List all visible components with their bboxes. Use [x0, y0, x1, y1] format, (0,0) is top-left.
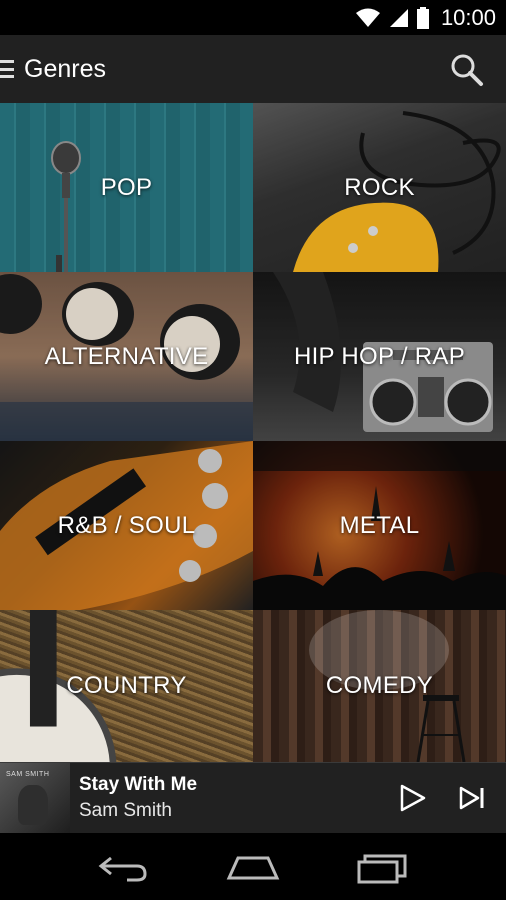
genre-tile-comedy[interactable]: COMEDY	[253, 610, 506, 762]
genre-tile-hiphop-rap[interactable]: HIP HOP / RAP	[253, 272, 506, 441]
genre-label: HIP HOP / RAP	[293, 342, 466, 370]
genre-tile-country[interactable]: COUNTRY	[0, 610, 253, 762]
genre-label: COUNTRY	[66, 672, 187, 699]
genre-tile-rnb-soul[interactable]: R&B / SOUL	[0, 441, 253, 610]
play-icon[interactable]	[398, 783, 428, 813]
app-bar: Genres	[0, 35, 506, 103]
genre-grid: POP ROCK ALTERNATIVE HIP HOP / RAP R&B /…	[0, 103, 506, 762]
genre-label: R&B / SOUL	[57, 511, 196, 539]
genre-tile-rock[interactable]: ROCK	[253, 103, 506, 272]
genre-label: ROCK	[344, 173, 415, 201]
album-art-figure	[18, 785, 48, 825]
search-icon[interactable]	[450, 53, 484, 87]
wifi-icon	[355, 8, 380, 27]
cell-signal-icon	[389, 8, 408, 27]
track-artist: Sam Smith	[79, 800, 172, 821]
home-icon[interactable]	[226, 850, 280, 884]
track-info[interactable]: Stay With Me Sam Smith	[79, 774, 398, 822]
genre-tile-alternative[interactable]: ALTERNATIVE	[0, 272, 253, 441]
back-icon[interactable]	[97, 850, 151, 884]
genre-label: POP	[100, 173, 153, 201]
menu-icon[interactable]	[0, 60, 14, 78]
skip-next-icon[interactable]	[458, 784, 486, 812]
genre-tile-pop[interactable]: POP	[0, 103, 253, 272]
status-time: 10:00	[440, 4, 496, 30]
genre-label: ALTERNATIVE	[44, 342, 209, 370]
system-nav-bar	[0, 833, 506, 900]
page-title[interactable]: Genres	[24, 55, 106, 84]
battery-icon	[416, 6, 429, 29]
mini-player[interactable]: SAM SMITH Stay With Me Sam Smith	[0, 762, 506, 833]
recents-icon[interactable]	[355, 850, 409, 884]
track-title: Stay With Me	[79, 774, 198, 795]
album-art-text: SAM SMITH	[6, 771, 50, 778]
genre-label: METAL	[339, 511, 420, 539]
genre-label: COMEDY	[325, 672, 434, 699]
status-bar: 10:00	[0, 0, 506, 35]
album-art[interactable]: SAM SMITH	[0, 763, 70, 833]
genre-tile-metal[interactable]: METAL	[253, 441, 506, 610]
